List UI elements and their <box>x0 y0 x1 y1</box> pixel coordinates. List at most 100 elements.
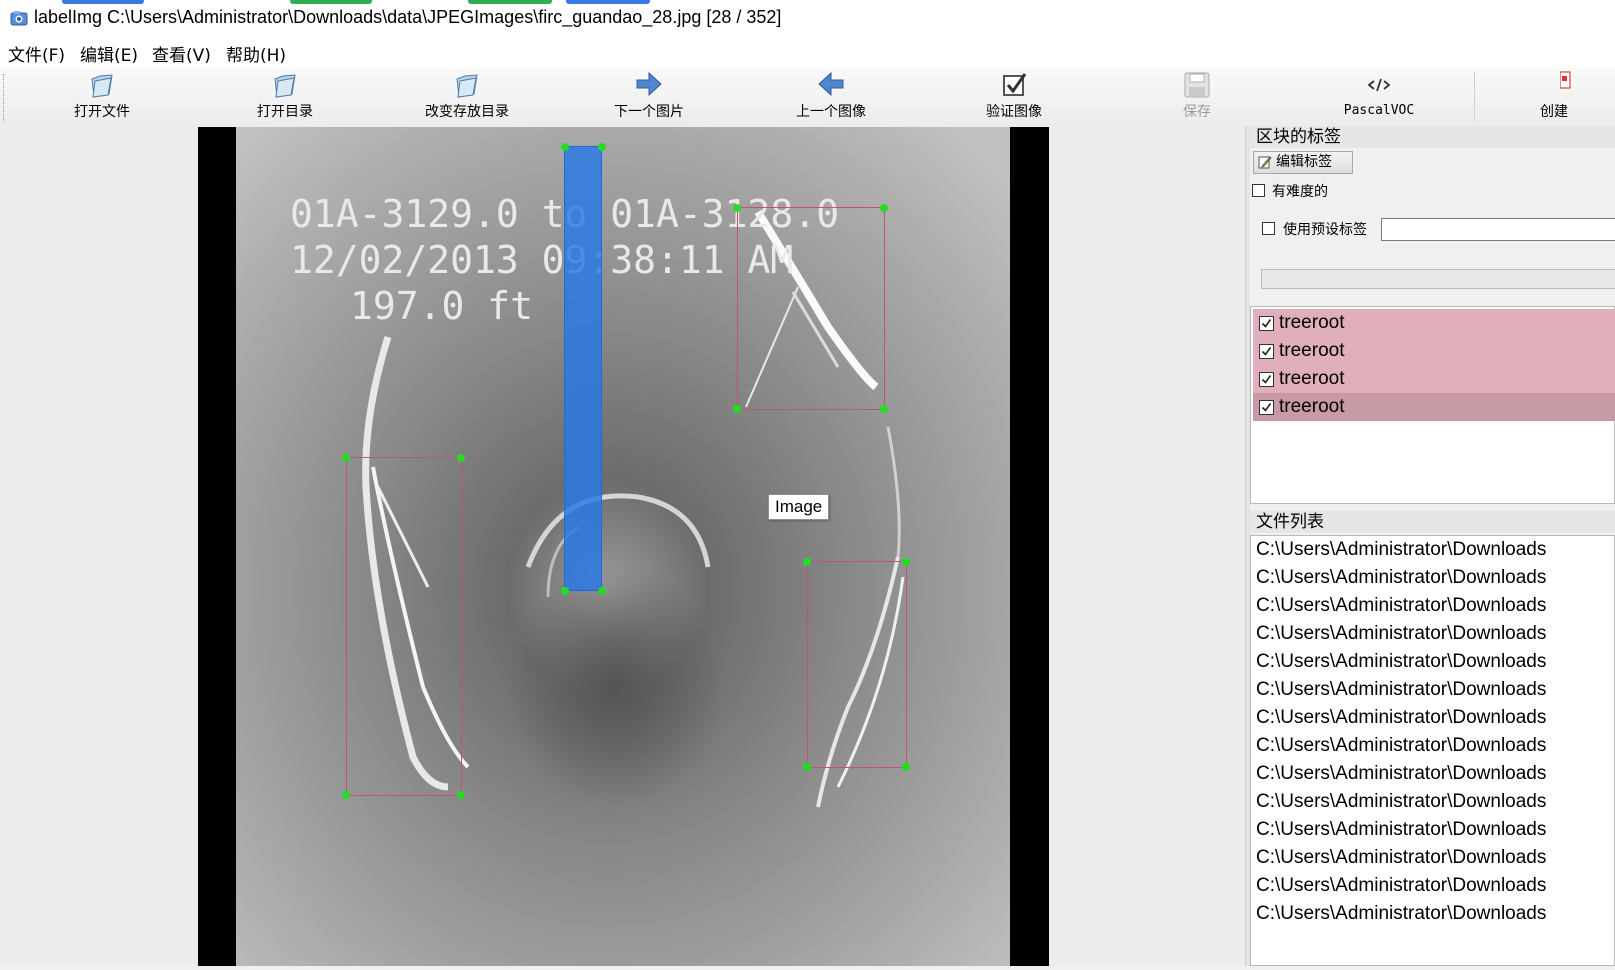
create-box-button[interactable]: 创建 <box>1480 68 1615 124</box>
menu-bar: 文件(F) 编辑(E) 查看(V) 帮助(H) <box>0 36 1615 68</box>
file-list-dock-title: 文件列表 <box>1250 511 1615 533</box>
prev-image-label: 上一个图像 <box>796 104 866 120</box>
label-list-item[interactable]: treeroot <box>1253 309 1615 337</box>
label-list-item[interactable]: treeroot <box>1253 337 1615 365</box>
change-save-dir-icon <box>456 74 478 98</box>
box-handle[interactable] <box>561 587 569 595</box>
box-handle[interactable] <box>880 204 888 212</box>
selected-highlight-shape[interactable] <box>564 146 602 591</box>
open-file-button[interactable]: 打开文件 <box>17 68 187 124</box>
file-list-item[interactable]: C:\Users\Administrator\Downloads <box>1256 623 1614 651</box>
file-list-item[interactable]: C:\Users\Administrator\Downloads <box>1256 679 1614 707</box>
file-list-item[interactable]: C:\Users\Administrator\Downloads <box>1256 651 1614 679</box>
window-title: labelImg C:\Users\Administrator\Download… <box>34 7 782 27</box>
label-visible-checkbox[interactable] <box>1259 372 1274 387</box>
box-handle[interactable] <box>880 405 888 413</box>
save-label: 保存 <box>1183 104 1211 120</box>
toolbar-separator <box>1474 72 1475 122</box>
label-list-item[interactable]: treeroot <box>1253 365 1615 393</box>
default-label-input[interactable] <box>1381 218 1615 241</box>
taskbar-tab-indicator <box>468 0 552 4</box>
pipe-inspection-image[interactable]: 01A-3129.0 to 01A-3128.0 12/02/2013 09:3… <box>198 127 1049 966</box>
file-list-item[interactable]: C:\Users\Administrator\Downloads <box>1256 707 1614 735</box>
file-list-item[interactable]: C:\Users\Administrator\Downloads <box>1256 595 1614 623</box>
open-file-label: 打开文件 <box>74 104 130 120</box>
canvas-tooltip: Image <box>768 494 830 520</box>
file-list-item[interactable]: C:\Users\Administrator\Downloads <box>1256 791 1614 819</box>
bounding-box-treeroot[interactable] <box>737 207 885 410</box>
box-labels-dock-title: 区块的标签 <box>1250 126 1615 148</box>
file-list: C:\Users\Administrator\Downloads C:\User… <box>1250 535 1615 966</box>
save-button[interactable]: 保存 <box>1112 68 1282 124</box>
box-handle[interactable] <box>342 791 350 799</box>
file-list-item[interactable]: C:\Users\Administrator\Downloads <box>1256 763 1614 791</box>
verify-image-button[interactable]: 验证图像 <box>929 68 1099 124</box>
file-list-item[interactable]: C:\Users\Administrator\Downloads <box>1256 539 1614 567</box>
taskbar-tab-indicator <box>62 0 144 4</box>
open-dir-button[interactable]: 打开目录 <box>200 68 370 124</box>
box-handle[interactable] <box>902 763 910 771</box>
check-icon <box>1261 347 1272 356</box>
verify-image-icon <box>1003 73 1027 96</box>
verify-image-label: 验证图像 <box>986 104 1042 120</box>
title-bar: labelImg C:\Users\Administrator\Download… <box>0 0 1615 36</box>
menu-view[interactable]: 查看(V) <box>152 41 211 66</box>
save-icon <box>1184 72 1210 98</box>
box-handle[interactable] <box>733 204 741 212</box>
format-toggle-button[interactable]: PascalVOC <box>1294 68 1464 124</box>
create-box-label: 创建 <box>1540 104 1568 120</box>
box-handle[interactable] <box>598 143 606 151</box>
overlay-line-2: 12/02/2013 09:38:11 AM <box>290 238 793 282</box>
edit-pencil-icon <box>1258 156 1272 169</box>
label-list-item-selected[interactable]: treeroot <box>1253 393 1615 421</box>
check-icon <box>1261 319 1272 328</box>
open-dir-icon <box>274 74 296 98</box>
file-list-item[interactable]: C:\Users\Administrator\Downloads <box>1256 903 1614 931</box>
box-handle[interactable] <box>457 454 465 462</box>
box-handle[interactable] <box>598 587 606 595</box>
menu-file[interactable]: 文件(F) <box>8 41 65 66</box>
bounding-box-treeroot[interactable] <box>807 561 907 768</box>
label-text: treeroot <box>1279 368 1345 389</box>
file-list-item[interactable]: C:\Users\Administrator\Downloads <box>1256 567 1614 595</box>
prev-image-button[interactable]: 上一个图像 <box>746 68 916 124</box>
change-save-dir-button[interactable]: 改变存放目录 <box>382 68 552 124</box>
change-save-dir-label: 改变存放目录 <box>425 104 509 120</box>
label-text: treeroot <box>1279 312 1345 333</box>
bounding-box-treeroot[interactable] <box>346 457 462 796</box>
box-handle[interactable] <box>342 454 350 462</box>
use-default-label-checkbox[interactable] <box>1262 222 1275 235</box>
toolbar-grip[interactable] <box>3 74 7 122</box>
label-combo-box[interactable] <box>1261 269 1615 289</box>
open-dir-label: 打开目录 <box>257 104 313 120</box>
app-icon <box>10 11 28 26</box>
box-handle[interactable] <box>902 558 910 566</box>
format-label: PascalVOC <box>1343 103 1415 118</box>
box-handle[interactable] <box>803 558 811 566</box>
file-list-item[interactable]: C:\Users\Administrator\Downloads <box>1256 847 1614 875</box>
image-content: 01A-3129.0 to 01A-3128.0 12/02/2013 09:3… <box>236 127 1010 966</box>
prev-image-icon <box>818 71 844 97</box>
difficult-checkbox[interactable] <box>1252 184 1265 197</box>
file-list-item[interactable]: C:\Users\Administrator\Downloads <box>1256 875 1614 903</box>
box-handle[interactable] <box>733 405 741 413</box>
box-handle[interactable] <box>457 791 465 799</box>
label-visible-checkbox[interactable] <box>1259 344 1274 359</box>
edit-label-button[interactable]: 编辑标签 <box>1253 151 1353 174</box>
label-visible-checkbox[interactable] <box>1259 400 1274 415</box>
format-icon <box>1367 78 1391 92</box>
label-visible-checkbox[interactable] <box>1259 316 1274 331</box>
overlay-line-3: 197.0 ft <box>350 284 533 328</box>
check-icon <box>1261 375 1272 384</box>
box-handle[interactable] <box>561 143 569 151</box>
box-handle[interactable] <box>803 763 811 771</box>
difficult-label: 有难度的 <box>1272 184 1328 200</box>
menu-help[interactable]: 帮助(H) <box>226 41 286 66</box>
menu-edit[interactable]: 编辑(E) <box>80 41 138 66</box>
label-text: treeroot <box>1279 340 1345 361</box>
next-image-label: 下一个图片 <box>614 104 684 120</box>
file-list-item[interactable]: C:\Users\Administrator\Downloads <box>1256 735 1614 763</box>
next-image-button[interactable]: 下一个图片 <box>564 68 734 124</box>
file-list-item[interactable]: C:\Users\Administrator\Downloads <box>1256 819 1614 847</box>
taskbar-tab-indicator <box>566 0 650 4</box>
